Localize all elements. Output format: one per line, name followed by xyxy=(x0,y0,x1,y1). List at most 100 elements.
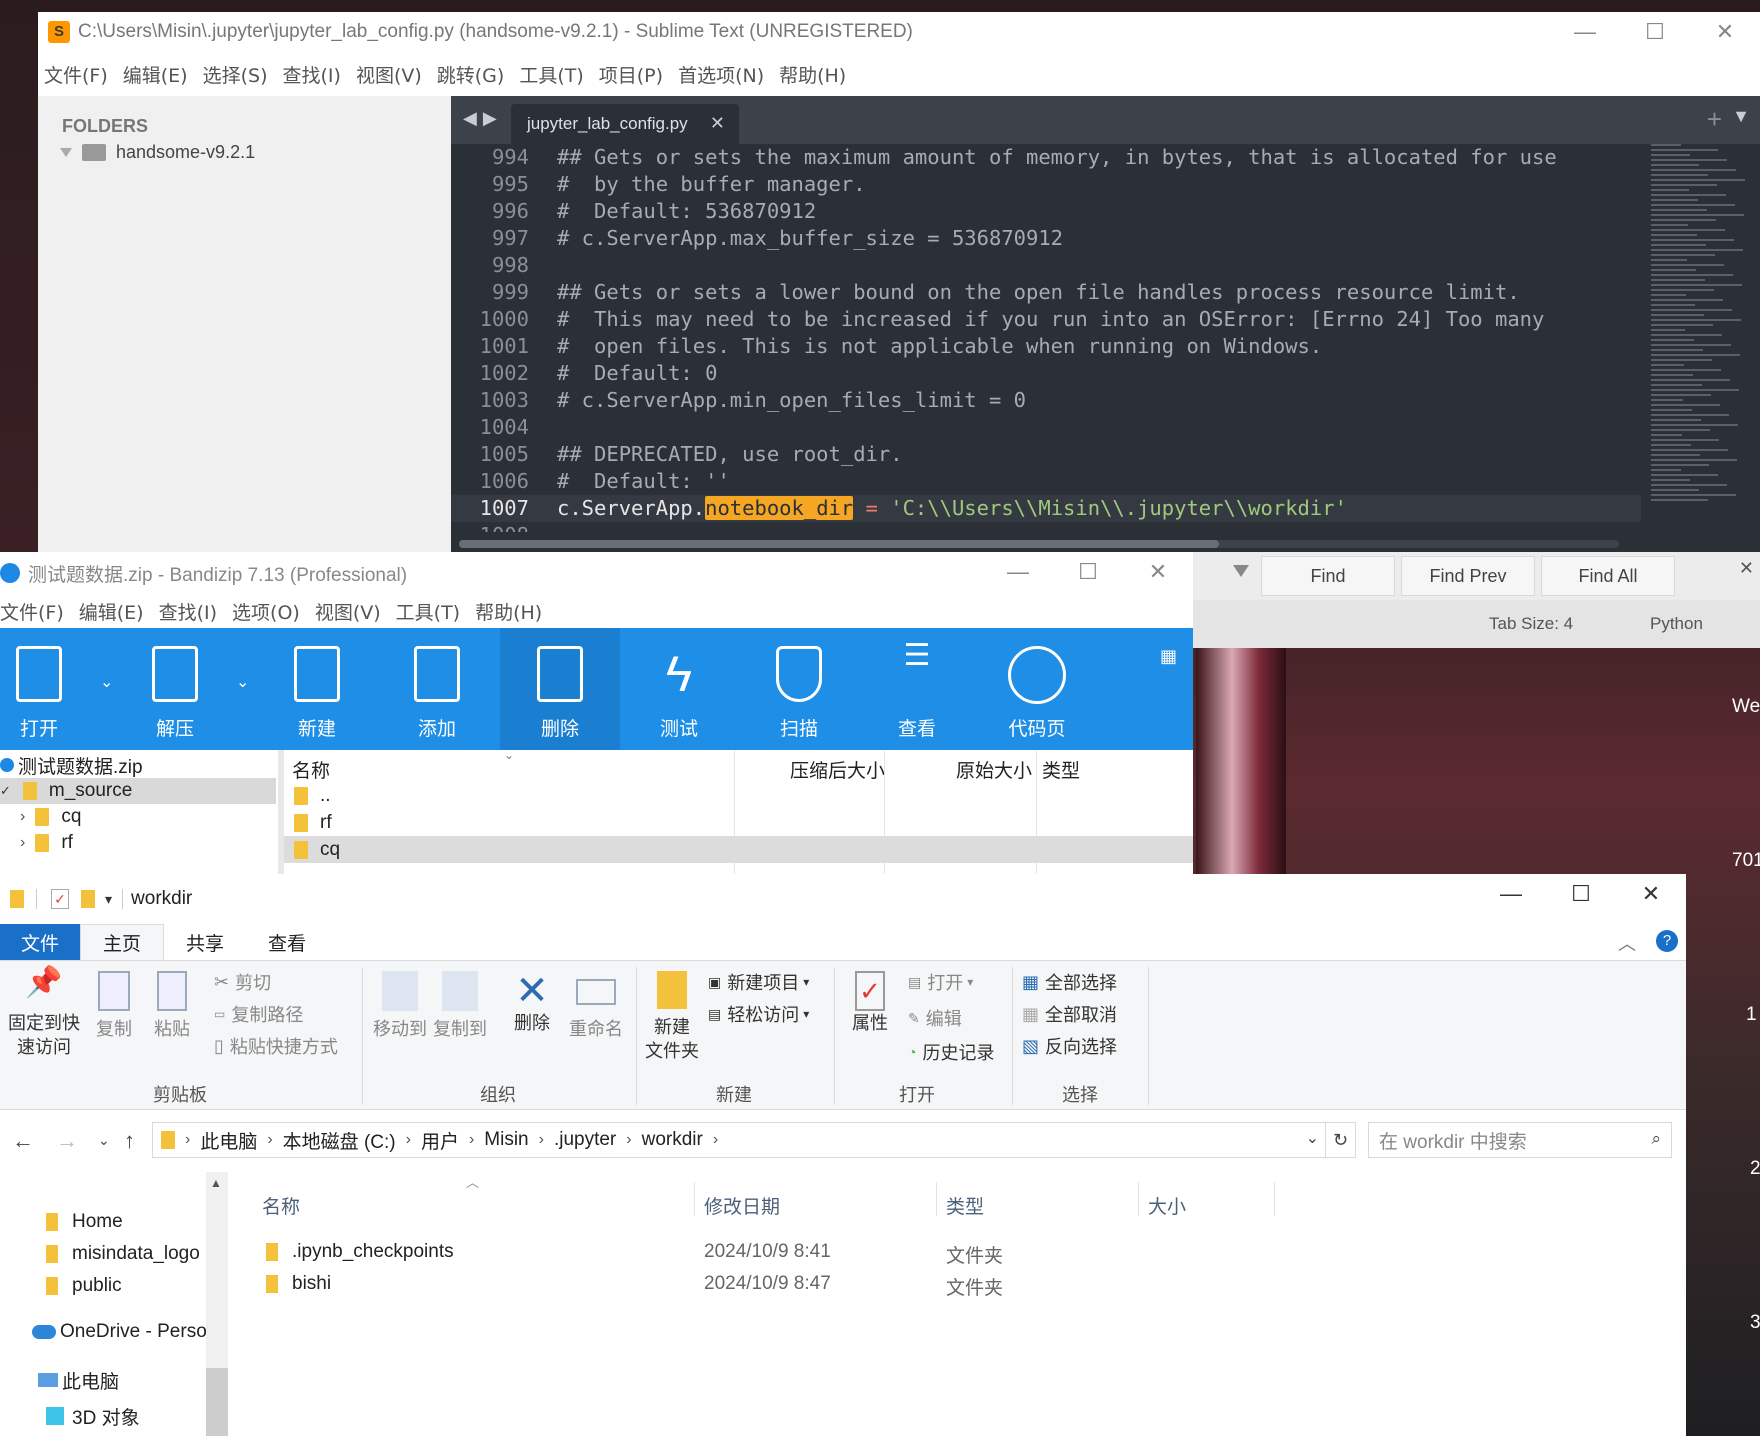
col-compressed-size[interactable]: 压缩后大小 xyxy=(790,756,885,783)
bz-menu-view[interactable]: 视图(V) xyxy=(315,598,381,625)
find-history-dropdown-icon[interactable] xyxy=(1233,565,1249,577)
col-name[interactable]: 名称 xyxy=(262,1192,300,1219)
column-divider[interactable] xyxy=(1274,1182,1275,1216)
nav-scrollbar-thumb[interactable] xyxy=(206,1368,228,1436)
sidebar-folder-handsome[interactable]: handsome-v9.2.1 xyxy=(60,142,255,163)
paste-button[interactable]: 粘贴 xyxy=(144,971,200,1041)
status-tab-size[interactable]: Tab Size: 4 xyxy=(1489,614,1573,634)
forward-arrow-icon[interactable]: → xyxy=(56,1128,78,1154)
column-divider[interactable] xyxy=(694,1182,695,1216)
menu-goto[interactable]: 跳转(G) xyxy=(437,61,505,88)
expanded-chevron-icon[interactable]: ✓ xyxy=(0,783,11,799)
view-button[interactable]: ☰ 查看 xyxy=(862,628,972,750)
history-button[interactable]: ◔ 历史记录 xyxy=(908,1039,994,1065)
layout-grid-icon[interactable]: ▦ xyxy=(1160,646,1177,667)
search-icon[interactable]: ⌕ xyxy=(1651,1129,1661,1149)
nav-item-this-pc[interactable]: 此电脑 xyxy=(38,1364,119,1396)
breadcrumb-separator-icon[interactable]: › xyxy=(406,1131,411,1149)
breadcrumb-separator-icon[interactable]: › xyxy=(185,1131,190,1149)
col-name[interactable]: 名称 xyxy=(292,756,330,783)
code-line-current[interactable]: 1007 c.ServerApp.notebook_dir = 'C:\\User… xyxy=(451,495,1641,522)
menu-edit[interactable]: 编辑(E) xyxy=(123,61,188,88)
address-history-chevron-icon[interactable]: ⌄ xyxy=(1306,1128,1319,1148)
menu-view[interactable]: 视图(V) xyxy=(356,61,422,88)
breadcrumb-separator-icon[interactable]: › xyxy=(539,1131,544,1149)
bz-menu-tools[interactable]: 工具(T) xyxy=(396,598,460,625)
breadcrumb-local-disk[interactable]: 本地磁盘 (C:) xyxy=(283,1127,396,1154)
list-item[interactable]: rf xyxy=(284,809,1193,836)
horizontal-scrollbar[interactable] xyxy=(459,540,1619,548)
tab-home[interactable]: 主页 xyxy=(80,924,165,960)
tab-close-icon[interactable]: ✕ xyxy=(710,113,725,134)
extract-button[interactable]: 解压 xyxy=(120,628,230,750)
bz-menu-help[interactable]: 帮助(H) xyxy=(475,598,542,625)
find-panel-close-icon[interactable]: ✕ xyxy=(1739,558,1754,579)
open-button[interactable]: ▤ 打开 ▾ xyxy=(908,969,973,995)
bandizip-titlebar[interactable]: 测试题数据.zip - Bandizip 7.13 (Professional)… xyxy=(0,552,1193,594)
code-line[interactable]: 1008 xyxy=(451,522,1641,532)
recent-locations-chevron-icon[interactable]: ⌄ xyxy=(98,1132,110,1149)
menu-find[interactable]: 查找(I) xyxy=(283,61,341,88)
tab-jupyter-lab-config[interactable]: jupyter_lab_config.py ✕ xyxy=(511,104,739,144)
code-line[interactable]: 996 # Default: 536870912 xyxy=(451,198,1641,225)
quick-access-dropdown-icon[interactable]: ▾ xyxy=(105,891,112,908)
bz-menu-find[interactable]: 查找(I) xyxy=(159,598,217,625)
sublime-editor[interactable]: ◀▶ jupyter_lab_config.py ✕ + ▼ 994 ## Get… xyxy=(451,96,1760,552)
nav-scrollbar[interactable]: ▲ xyxy=(206,1172,228,1436)
code-line[interactable]: 1000 # This may need to be increased if y… xyxy=(451,306,1641,333)
test-button[interactable]: ϟ 测试 xyxy=(624,628,734,750)
explorer-titlebar[interactable]: ✓ ▾ workdir — ☐ ✕ xyxy=(0,874,1686,924)
new-folder-button[interactable]: 新建 文件夹 xyxy=(640,971,704,1063)
breadcrumb-separator-icon[interactable]: › xyxy=(267,1131,272,1149)
minimap[interactable] xyxy=(1651,144,1751,514)
col-modified[interactable]: 修改日期 xyxy=(704,1192,780,1219)
tree-item-cq[interactable]: › cq xyxy=(20,804,81,830)
nav-item-public[interactable]: public xyxy=(46,1270,122,1302)
new-item-button[interactable]: ▣ 新建项目 ▾ xyxy=(708,969,809,995)
table-row[interactable]: bishi 2024/10/9 8:47 文件夹 xyxy=(240,1268,1440,1300)
breadcrumb-separator-icon[interactable]: › xyxy=(626,1131,631,1149)
select-none-button[interactable]: ▦ 全部取消 xyxy=(1022,1001,1117,1027)
code-line[interactable]: 1004 xyxy=(451,414,1641,441)
back-arrow-icon[interactable]: ← xyxy=(12,1128,34,1154)
collapse-ribbon-chevron-icon[interactable]: ︿ xyxy=(1618,930,1636,956)
close-icon[interactable]: ✕ xyxy=(1123,552,1193,592)
menu-tools[interactable]: 工具(T) xyxy=(519,61,583,88)
bz-menu-options[interactable]: 选项(O) xyxy=(232,598,300,625)
open-button[interactable]: 打开 xyxy=(0,628,94,750)
minimize-icon[interactable]: — xyxy=(1550,12,1620,52)
bz-menu-edit[interactable]: 编辑(E) xyxy=(79,598,144,625)
open-dropdown-chevron-icon[interactable]: ⌄ xyxy=(100,672,113,692)
disclosure-triangle-icon[interactable] xyxy=(60,148,72,157)
menu-project[interactable]: 项目(P) xyxy=(599,61,663,88)
code-line[interactable]: 1001 # open files. This is not applicable… xyxy=(451,333,1641,360)
delete-button[interactable]: 删除 xyxy=(500,628,620,750)
menu-help[interactable]: 帮助(H) xyxy=(779,61,846,88)
code-line[interactable]: 998 xyxy=(451,252,1641,279)
code-line[interactable]: 1002 # Default: 0 xyxy=(451,360,1641,387)
copy-button[interactable]: 复制 xyxy=(86,971,142,1041)
col-size[interactable]: 大小 xyxy=(1148,1192,1186,1219)
column-divider[interactable] xyxy=(1138,1182,1139,1216)
search-input[interactable]: 在 workdir 中搜索 ⌕ xyxy=(1368,1122,1672,1158)
codepage-button[interactable]: 代码页 xyxy=(982,628,1092,750)
nav-item-onedrive[interactable]: OneDrive - Perso xyxy=(32,1316,207,1348)
tab-navigation-arrows-icon[interactable]: ◀▶ xyxy=(463,108,503,129)
address-box[interactable]: › 此电脑 › 本地磁盘 (C:) › 用户 › Misin › .jupyte… xyxy=(152,1122,1356,1158)
horizontal-scrollbar-thumb[interactable] xyxy=(459,540,1219,548)
collapsed-chevron-icon[interactable]: › xyxy=(20,834,25,852)
minimize-icon[interactable]: — xyxy=(983,552,1053,592)
help-icon[interactable]: ? xyxy=(1656,930,1678,952)
edit-button[interactable]: ✎ 编辑 xyxy=(908,1005,962,1031)
scan-button[interactable]: 扫描 xyxy=(744,628,854,750)
find-prev-button[interactable]: Find Prev xyxy=(1401,556,1535,596)
menu-selection[interactable]: 选择(S) xyxy=(203,61,268,88)
delete-button[interactable]: ✕ 删除 xyxy=(502,971,562,1035)
breadcrumb-misin[interactable]: Misin xyxy=(484,1129,528,1151)
breadcrumb-users[interactable]: 用户 xyxy=(421,1127,459,1154)
code-line[interactable]: 997 # c.ServerApp.max_buffer_size = 53687… xyxy=(451,225,1641,252)
properties-button[interactable]: ✓ 属性 xyxy=(842,971,898,1035)
refresh-icon[interactable]: ↻ xyxy=(1325,1123,1355,1157)
pin-to-quick-access-button[interactable]: 📌 固定到快速访问 xyxy=(4,968,84,1059)
code-line[interactable]: 1005 ## DEPRECATED, use root_dir. xyxy=(451,441,1641,468)
